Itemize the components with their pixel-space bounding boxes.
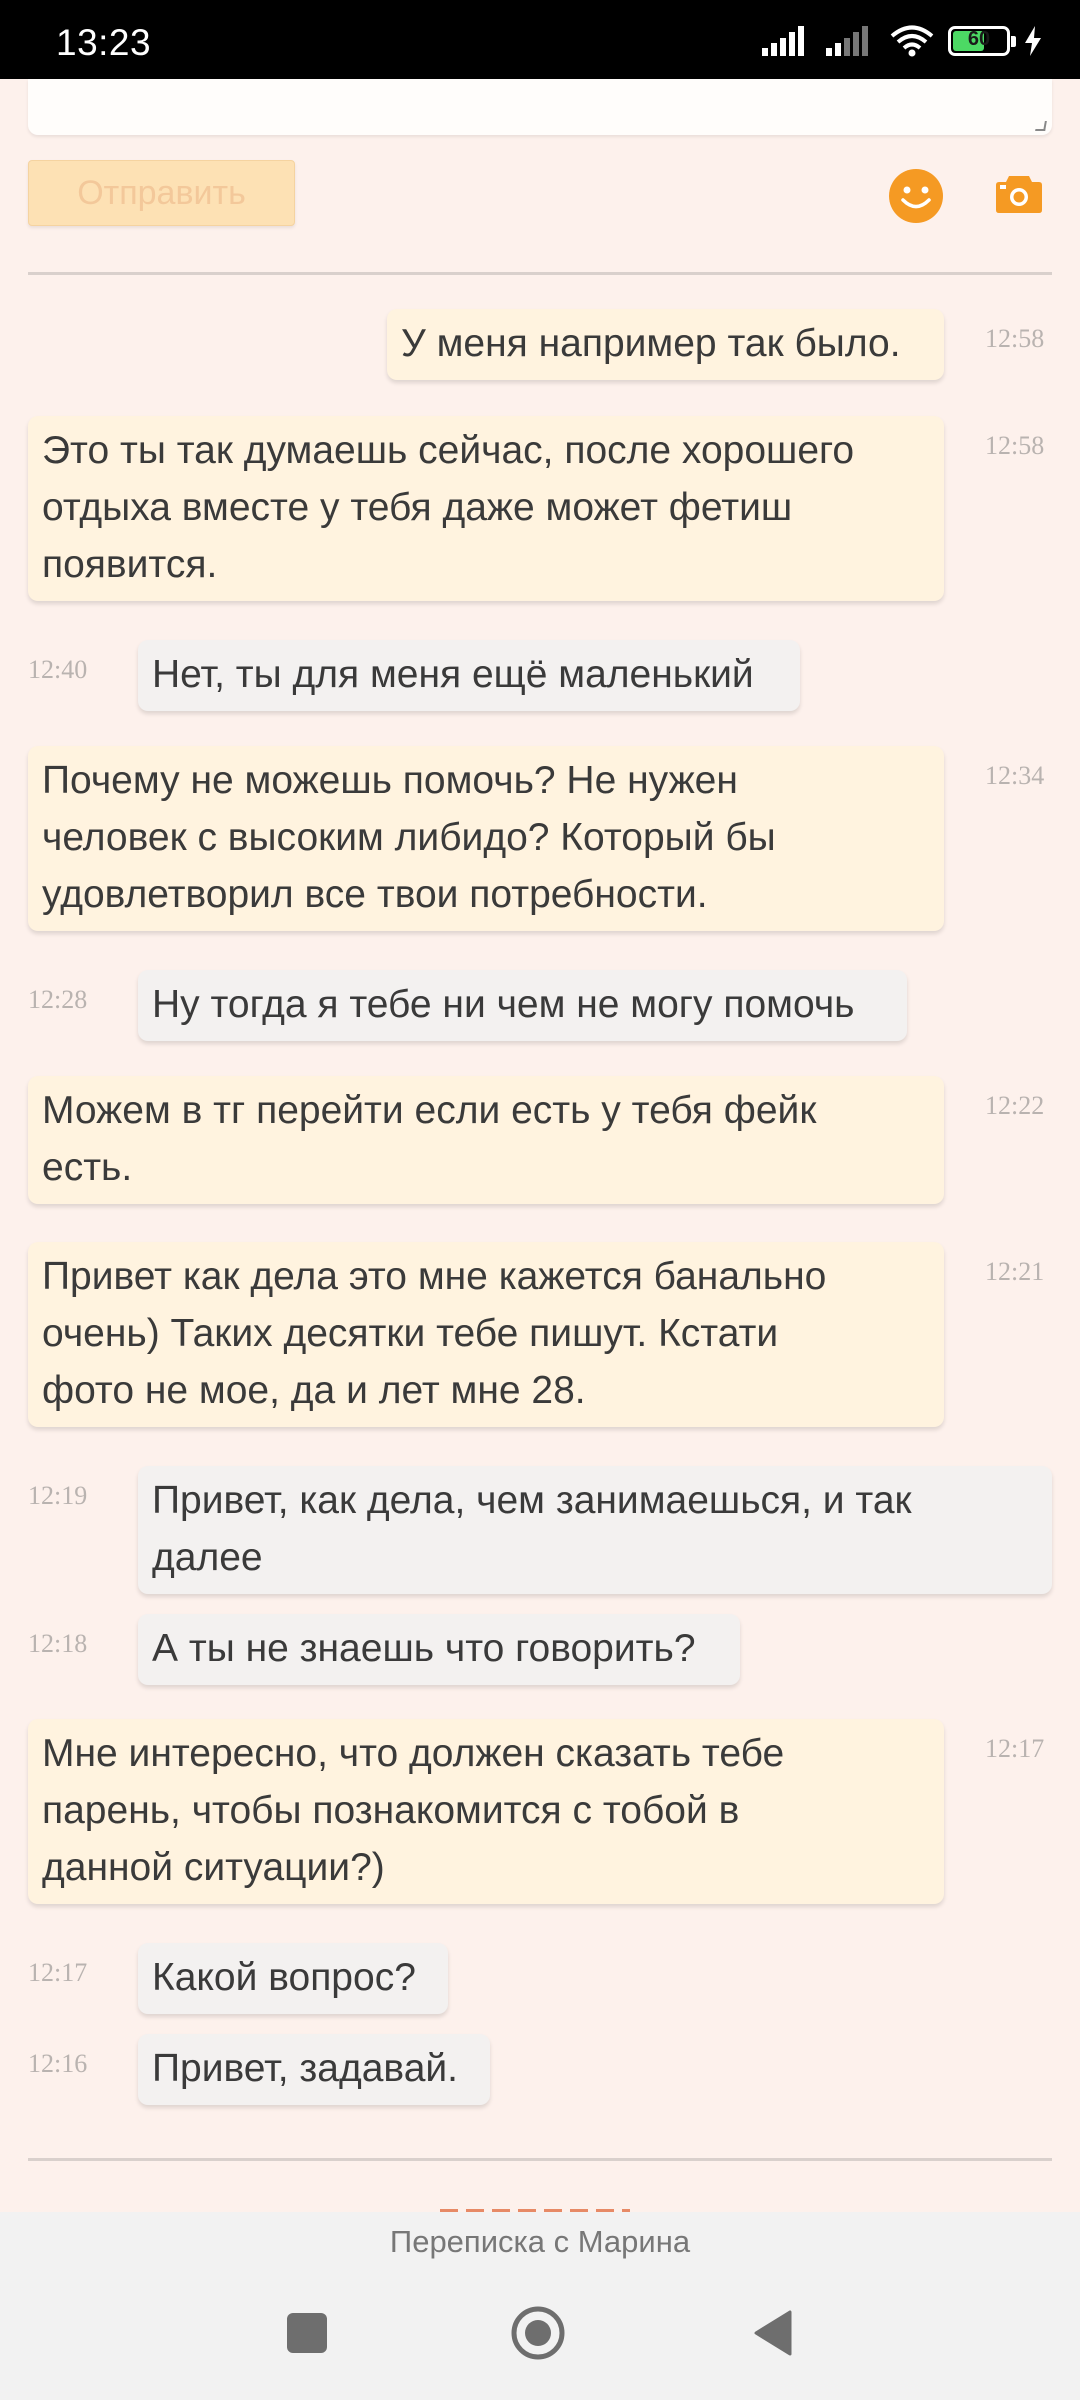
message-time: 12:17 <box>28 1958 88 1987</box>
battery-icon: 60 <box>948 26 1016 56</box>
message-bubble-sent[interactable]: Это ты так думаешь сейчас, после хорошег… <box>28 416 944 601</box>
battery-level: 60 <box>967 28 991 50</box>
message-text: Какой вопрос? <box>152 1956 416 1999</box>
message-time: 12:17 <box>985 1734 1045 1763</box>
message-text: У меня например так было. <box>401 322 901 365</box>
message-text: Нет, ты для меня ещё маленький <box>152 653 754 696</box>
divider-bottom <box>28 2158 1052 2161</box>
signal-secondary-icon <box>826 26 868 56</box>
message-time: 12:18 <box>28 1629 88 1658</box>
message-text: Мне интересно, что должен сказать тебе п… <box>42 1732 785 1889</box>
message-text: Привет, как дела, чем занимаешься, и так… <box>152 1479 912 1579</box>
message-bubble-received[interactable]: Какой вопрос? <box>138 1943 448 2014</box>
message-time: 12:16 <box>28 2049 88 2078</box>
signal-icon <box>762 26 804 56</box>
triangle-back-icon[interactable] <box>752 2310 792 2356</box>
message-text: Привет, задавай. <box>152 2047 459 2090</box>
status-time: 13:23 <box>56 22 152 63</box>
message-bubble-sent[interactable]: Почему не можешь помочь? Не нужен челове… <box>28 746 944 931</box>
message-textarea[interactable] <box>28 79 1052 135</box>
wifi-icon <box>890 25 934 57</box>
message-bubble-received[interactable]: Нет, ты для меня ещё маленький <box>138 640 800 711</box>
smiley-icon[interactable] <box>888 168 944 224</box>
square-icon[interactable] <box>287 2313 327 2353</box>
message-text: Почему не можешь помочь? Не нужен челове… <box>42 759 776 916</box>
message-bubble-received[interactable]: Привет, как дела, чем занимаешься, и так… <box>138 1466 1052 1594</box>
message-time: 12:22 <box>985 1091 1045 1120</box>
message-time: 12:58 <box>985 324 1045 353</box>
conversation-title: Переписка с Марина <box>389 2224 691 2259</box>
message-text: Это ты так думаешь сейчас, после хорошег… <box>42 429 855 586</box>
message-bubble-sent[interactable]: Можем в тг перейти если есть у тебя фейк… <box>28 1076 944 1204</box>
message-time: 12:58 <box>985 431 1045 460</box>
message-text: А ты не знаешь что говорить? <box>152 1627 696 1670</box>
message-time: 12:21 <box>985 1257 1045 1286</box>
message-bubble-received[interactable]: Ну тогда я тебе ни чем не могу помочь <box>138 970 907 1041</box>
message-time: 12:40 <box>28 655 88 684</box>
message-bubble-received[interactable]: Привет, задавай. <box>138 2034 490 2105</box>
circle-icon[interactable] <box>511 2306 565 2360</box>
message-time: 12:28 <box>28 985 88 1014</box>
message-bubble-sent[interactable]: Мне интересно, что должен сказать тебе п… <box>28 1719 944 1904</box>
message-time: 12:34 <box>985 761 1045 790</box>
message-time: 12:19 <box>28 1481 88 1510</box>
message-bubble-sent[interactable]: У меня например так было. <box>387 309 944 380</box>
resize-handle-icon[interactable] <box>1035 121 1047 131</box>
charging-icon <box>1025 26 1041 56</box>
camera-icon[interactable] <box>995 172 1043 214</box>
divider-top <box>28 272 1052 275</box>
message-bubble-sent[interactable]: Привет как дела это мне кажется банально… <box>28 1242 944 1427</box>
message-text: Ну тогда я тебе ни чем не могу помочь <box>152 983 855 1026</box>
message-text: Привет как дела это мне кажется банально… <box>42 1255 827 1412</box>
message-bubble-received[interactable]: А ты не знаешь что говорить? <box>138 1614 740 1685</box>
status-icons: 60 <box>762 24 1042 58</box>
send-button[interactable]: Отправить <box>28 160 295 226</box>
status-bar: 13:23 60 <box>0 0 1080 79</box>
message-text: Можем в тг перейти если есть у тебя фейк… <box>42 1089 817 1189</box>
